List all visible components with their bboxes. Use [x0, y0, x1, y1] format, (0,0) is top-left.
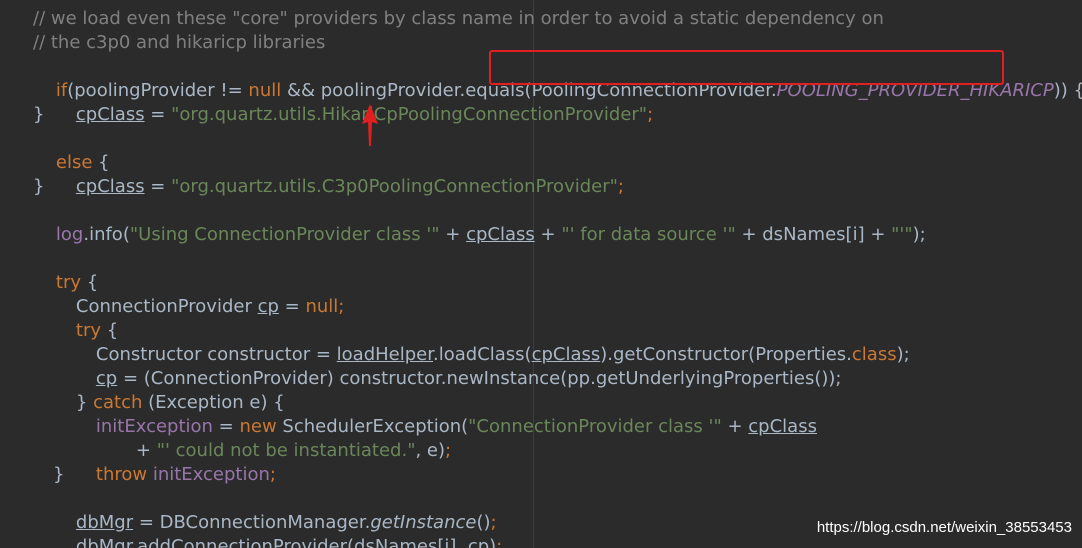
code-token: =: [144, 104, 172, 125]
semicolon: ;: [617, 176, 624, 197]
semicolon: ;: [496, 536, 503, 548]
code-token: .addConnectionProvider(dsNames[i],: [131, 536, 468, 548]
code-line-try-outer: try {: [33, 247, 98, 293]
code-line-close-brace: }: [53, 464, 65, 485]
variable-cpclass: cpClass: [466, 224, 535, 245]
watermark-url: https://blog.csdn.net/weixin_38553453: [816, 519, 1072, 536]
code-token: + dsNames[i] +: [735, 224, 892, 245]
field-log: log: [55, 224, 84, 245]
semicolon: ;: [647, 104, 654, 125]
string-literal: "org.quartz.utils.C3p0PoolingConnectionP…: [171, 176, 618, 197]
code-line-init-exception: initException = new SchedulerException("…: [73, 391, 817, 437]
variable-cpclass: cpClass: [75, 176, 145, 197]
code-token: =: [144, 176, 172, 197]
string-literal: "ConnectionProvider class '": [468, 416, 722, 437]
code-token: );: [912, 224, 926, 245]
code-line-log-info: log.info("Using ConnectionProvider class…: [33, 199, 926, 245]
keyword-throw: throw: [95, 464, 148, 485]
code-line-new-instance: cp = (ConnectionProvider) constructor.ne…: [73, 343, 842, 389]
code-token: +: [534, 224, 562, 245]
variable-cp: cp: [467, 536, 490, 548]
field-initexception: initException: [152, 464, 270, 485]
code-line-constructor: Constructor constructor = loadHelper.loa…: [73, 319, 910, 365]
code-line-catch: } catch (Exception e) {: [53, 367, 285, 413]
code-token: +: [439, 224, 467, 245]
code-token: +: [721, 416, 749, 437]
code-line-throw: throw initException;: [73, 439, 276, 485]
keyword-null: null: [305, 296, 339, 317]
code-token: )) {: [1053, 80, 1082, 101]
semicolon: ;: [445, 440, 452, 461]
code-line-dbmgr-get: dbMgr = DBConnectionManager.getInstance(…: [53, 487, 497, 533]
semicolon: ;: [338, 296, 345, 317]
code-line-try-inner: try {: [53, 295, 118, 341]
code-line-assign-c3p0: cpClass = "org.quartz.utils.C3p0PoolingC…: [53, 151, 624, 197]
string-literal: "Using ConnectionProvider class '": [129, 224, 440, 245]
code-token: );: [896, 344, 910, 365]
string-literal: "' for data source '": [561, 224, 736, 245]
code-editor[interactable]: // we load even these "core" providers b…: [0, 0, 1082, 548]
string-literal: "'": [891, 224, 913, 245]
code-token: .info(: [83, 224, 130, 245]
keyword-class: class: [851, 344, 897, 365]
variable-dbmgr: dbMgr: [75, 536, 132, 548]
code-line-else: else {: [33, 127, 110, 173]
variable-cpclass: cpClass: [75, 104, 145, 125]
code-token: , e): [415, 440, 446, 461]
code-line-close-brace: }: [33, 104, 45, 125]
code-line-init-exception-cont: + "' could not be instantiated.", e);: [113, 415, 451, 461]
variable-cpclass: cpClass: [748, 416, 817, 437]
variable-cp: cp: [257, 296, 279, 317]
code-line-comment-2: // the c3p0 and hikaricp libraries: [33, 32, 326, 53]
arrow-up-icon: [362, 104, 378, 146]
code-line-dbmgr-add: dbMgr.addConnectionProvider(dsNames[i], …: [53, 511, 502, 548]
highlight-annotation-box: [489, 50, 1004, 85]
code-line-close-brace: }: [33, 176, 45, 197]
code-token: =: [278, 296, 306, 317]
code-line-declare-cp: ConnectionProvider cp = null;: [53, 271, 344, 317]
string-literal: "org.quartz.utils.HikariCpPoolingConnect…: [171, 104, 648, 125]
code-line-comment-1: // we load even these "core" providers b…: [33, 8, 884, 29]
semicolon: ;: [269, 464, 276, 485]
